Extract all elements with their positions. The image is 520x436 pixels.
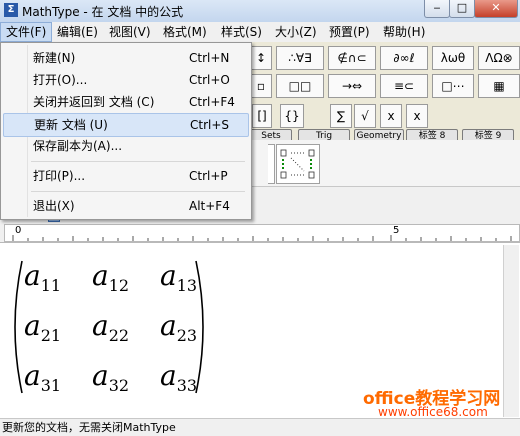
menu-style[interactable]: 样式(S) [216,23,267,41]
status-text: 更新您的文档，无需关闭MathType [2,421,176,434]
toolbar-btn-logic[interactable]: ∴∀∃ [276,46,324,70]
menu-item-exit[interactable]: 退出(X) Alt+F4 [3,195,247,217]
toolbar-btn-spaces[interactable]: ▫ [250,74,272,98]
matrix-entry: a33 [160,359,198,395]
menu-separator [31,191,245,192]
menu-item-shortcut: Alt+F4 [189,199,230,213]
matrix-entry: a12 [92,259,130,295]
ruler-label-5: 5 [393,225,400,236]
toolbar-btn-dots[interactable]: □⋯ [432,74,474,98]
matrix-entry: a32 [92,359,130,395]
toolbar-btn-greek-lower[interactable]: λωθ [432,46,474,70]
toolbar-btn-sum[interactable]: ∑ [330,104,352,128]
menu-item-label: 保存副本为(A)... [33,139,123,153]
menu-item-label: 关闭并返回到 文档 (C) [33,95,155,109]
minimize-button[interactable]: ‒ [424,0,450,18]
menu-separator [31,161,245,162]
matrix-entry: a23 [160,309,198,345]
toolbar-btn-subscript[interactable]: x [380,104,402,128]
menu-item-new[interactable]: 新建(N) Ctrl+N [3,47,247,69]
menu-format[interactable]: 格式(M) [158,23,212,41]
file-dropdown-menu: 新建(N) Ctrl+N 打开(O)... Ctrl+O 关闭并返回到 文档 (… [0,42,252,220]
maximize-button[interactable]: □ [449,0,475,18]
toolbar-btn-greek-upper[interactable]: ΛΩ⊗ [478,46,520,70]
menu-item-label: 新建(N) [33,51,76,65]
close-button[interactable]: ✕ [474,0,518,18]
menu-item-close-and-return[interactable]: 关闭并返回到 文档 (C) Ctrl+F4 [3,91,247,113]
status-bar: 更新您的文档，无需关闭MathType [0,418,520,436]
ruler-ticks [12,235,512,241]
toolbar-btn-relations[interactable]: ↕ [250,46,272,70]
toolbar-btn-matrix[interactable]: ▦ [478,74,520,98]
matrix-entry: a21 [24,309,62,345]
toolbar-btn-braces[interactable]: {} [280,104,304,128]
matrix-entry: a31 [24,359,62,395]
menu-item-label: 打印(P)... [33,169,86,183]
menu-item-shortcut: Ctrl+S [190,118,230,132]
menu-item-print[interactable]: 打印(P)... Ctrl+P [3,165,247,187]
toolbar-btn-sets[interactable]: ∉∩⊂ [328,46,376,70]
toolbar-btn-arrows[interactable]: →⇔ [328,74,376,98]
watermark-url: www.office68.com [378,405,488,419]
vertical-scrollbar[interactable] [503,245,519,417]
menu-item-label: 退出(X) [33,199,75,213]
menu-item-label: 更新 文档 (U) [34,118,108,132]
menu-preferences[interactable]: 预置(P) [324,23,375,41]
menu-item-update-document[interactable]: 更新 文档 (U) Ctrl+S [3,113,249,137]
menu-item-open[interactable]: 打开(O)... Ctrl+O [3,69,247,91]
matrix-entry: a11 [24,259,62,295]
ruler[interactable]: 0 5 [4,224,520,242]
toolbar-btn-calculus[interactable]: ∂∞ℓ [380,46,428,70]
mathtype-app-icon[interactable]: Σ [4,3,18,17]
menu-help[interactable]: 帮助(H) [378,23,430,41]
matrix-template-button[interactable] [276,144,320,184]
menu-item-shortcut: Ctrl+O [189,73,230,87]
window-title: MathType - 在 文档 中的公式 [22,5,184,19]
palette-template-partial[interactable] [268,144,275,184]
ruler-label-0: 0 [15,225,22,236]
menu-bar: 文件(F) 编辑(E) 视图(V) 格式(M) 样式(S) 大小(Z) 预置(P… [0,22,520,42]
menu-item-shortcut: Ctrl+P [189,169,228,183]
toolbar-btn-radical[interactable]: √ [354,104,376,128]
title-bar: Σ MathType - 在 文档 中的公式 ‒ □ ✕ [0,0,520,23]
menu-edit[interactable]: 编辑(E) [52,23,103,41]
matrix-dots-icon [280,149,315,179]
toolbar-btn-relations2[interactable]: ≡⊂ [380,74,428,98]
toolbar-btn-superscript[interactable]: x [406,104,428,128]
menu-size[interactable]: 大小(Z) [270,23,322,41]
menu-item-shortcut: Ctrl+N [189,51,230,65]
toolbar-btn-boxes[interactable]: □□ [276,74,324,98]
matrix-entry: a22 [92,309,130,345]
left-paren [14,260,23,394]
menu-file[interactable]: 文件(F) [0,22,53,42]
toolbar-btn-brackets[interactable]: [] [252,104,272,128]
matrix-entry: a13 [160,259,198,295]
menu-view[interactable]: 视图(V) [104,23,156,41]
menu-item-save-copy-as[interactable]: 保存副本为(A)... [3,135,247,157]
menu-item-label: 打开(O)... [33,73,88,87]
menu-item-shortcut: Ctrl+F4 [189,95,235,109]
